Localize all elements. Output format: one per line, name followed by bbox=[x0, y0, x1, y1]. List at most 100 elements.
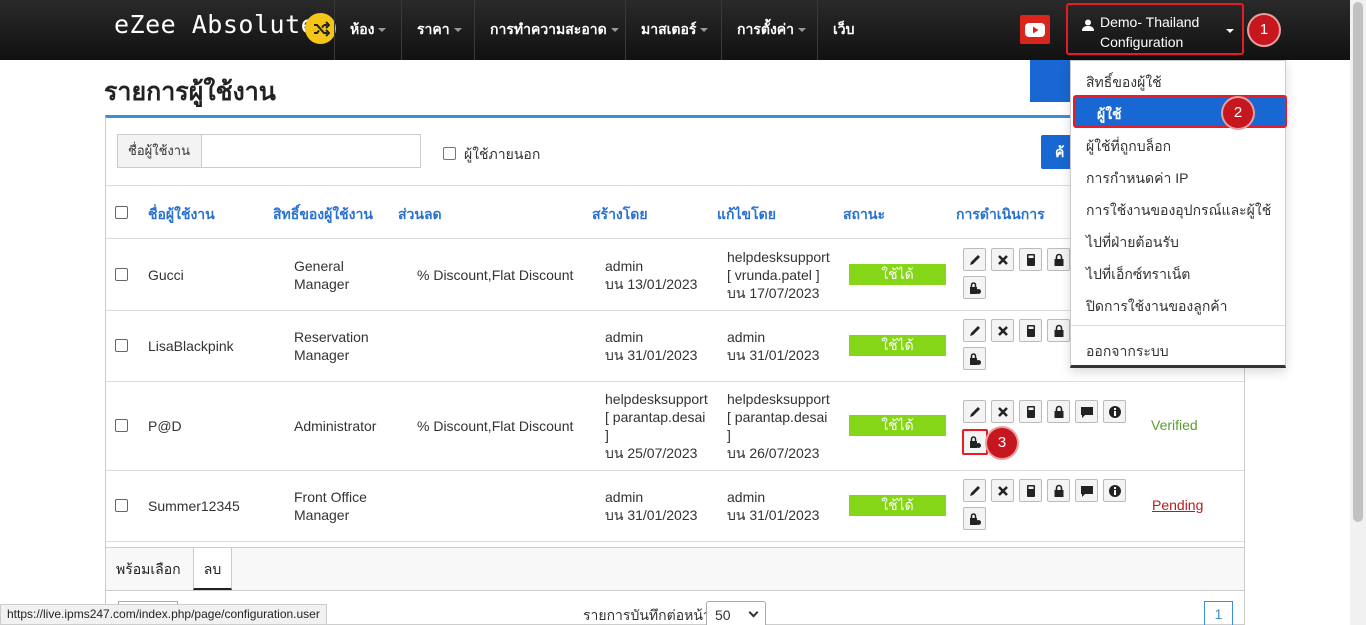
menu-logout[interactable]: ออกจากระบบ bbox=[1086, 341, 1169, 363]
menu-device-usage[interactable]: การใช้งานของอุปกรณ์และผู้ใช้ bbox=[1086, 200, 1271, 222]
menu-go-front-desk[interactable]: ไปที่ฝ่ายต้อนรับ bbox=[1086, 232, 1179, 254]
row-created-by: admin บน 31/01/2023 bbox=[605, 489, 698, 523]
unlock-user-icon[interactable] bbox=[962, 429, 988, 455]
menu-disable-customer[interactable]: ปิดการใช้งานของลูกค้า bbox=[1086, 296, 1228, 318]
row-username: Summer12345 bbox=[148, 498, 240, 514]
chevron-down-icon bbox=[700, 28, 709, 33]
scrollbar-thumb[interactable] bbox=[1353, 2, 1363, 522]
tab-ready[interactable]: พร้อมเลือก bbox=[116, 548, 181, 590]
external-user-checkbox[interactable] bbox=[443, 147, 456, 160]
lock-icon[interactable] bbox=[1047, 479, 1070, 502]
nav-rooms[interactable]: ห้อง bbox=[334, 0, 401, 60]
shuffle-icon[interactable] bbox=[305, 13, 336, 44]
calculator-icon[interactable] bbox=[1019, 479, 1042, 502]
row-role: Front Office Manager bbox=[294, 489, 367, 523]
youtube-icon[interactable] bbox=[1020, 15, 1050, 44]
tab-delete[interactable]: ลบ bbox=[193, 548, 232, 590]
chevron-down-icon bbox=[610, 28, 619, 33]
row-checkbox[interactable] bbox=[115, 268, 128, 281]
comment-icon[interactable] bbox=[1075, 479, 1098, 502]
calculator-icon[interactable] bbox=[1019, 319, 1042, 342]
nav-settings[interactable]: การตั้งค่า bbox=[721, 0, 817, 60]
row-modified-by: admin บน 31/01/2023 bbox=[727, 329, 820, 363]
vertical-scrollbar[interactable] bbox=[1350, 0, 1366, 625]
row-username: Gucci bbox=[148, 267, 184, 283]
nav-rates[interactable]: ราคา bbox=[401, 0, 474, 60]
lock-icon[interactable] bbox=[1047, 400, 1070, 423]
step-badge-1: 1 bbox=[1249, 15, 1279, 45]
status-badge: ใช้ได้ bbox=[849, 335, 946, 356]
edit-icon[interactable] bbox=[963, 400, 986, 423]
col-discount[interactable]: ส่วนลด bbox=[398, 204, 442, 226]
nav-housekeeping[interactable]: การทำความสะอาด bbox=[474, 0, 625, 60]
username-filter-label: ชื่อผู้ใช้งาน bbox=[118, 135, 202, 167]
nav-masters[interactable]: มาสเตอร์ bbox=[625, 0, 721, 60]
delete-icon[interactable] bbox=[991, 479, 1014, 502]
nav-web[interactable]: เว็บ bbox=[817, 0, 867, 60]
col-status[interactable]: สถานะ bbox=[843, 204, 885, 226]
external-user-label: ผู้ใช้ภายนอก bbox=[464, 146, 541, 162]
verification-status: Verified bbox=[1151, 417, 1198, 433]
col-modified-by[interactable]: แก้ไขโดย bbox=[717, 204, 776, 226]
unlock-user-icon[interactable] bbox=[963, 276, 986, 299]
delete-icon[interactable] bbox=[991, 248, 1014, 271]
row-discount: % Discount,Flat Discount bbox=[417, 418, 574, 434]
status-badge: ใช้ได้ bbox=[849, 415, 946, 436]
menu-divider bbox=[1071, 325, 1285, 326]
chevron-down-icon bbox=[748, 607, 759, 618]
step-badge-3: 3 bbox=[987, 428, 1017, 458]
username-search-input[interactable] bbox=[203, 135, 420, 167]
user-menu-toggle[interactable]: Demo- Thailand Configuration bbox=[1066, 3, 1244, 55]
unlock-user-icon[interactable] bbox=[963, 347, 986, 370]
user-icon bbox=[1082, 19, 1094, 31]
page-title: รายการผู้ใช้งาน bbox=[104, 78, 276, 106]
row-created-by: admin บน 31/01/2023 bbox=[605, 329, 698, 363]
delete-icon[interactable] bbox=[991, 400, 1014, 423]
row-username: LisaBlackpink bbox=[148, 338, 234, 354]
records-per-page-select[interactable]: 50 bbox=[706, 601, 766, 625]
row-modified-by: helpdesksupport[ parantap.desai] บน 26/07… bbox=[727, 391, 830, 461]
chevron-down-icon bbox=[378, 28, 387, 33]
col-created-by[interactable]: สร้างโดย bbox=[592, 204, 648, 226]
chevron-down-icon bbox=[1226, 29, 1234, 33]
bulk-action-tabs: พร้อมเลือก ลบ bbox=[106, 547, 1244, 591]
row-checkbox[interactable] bbox=[115, 419, 128, 432]
menu-go-extranet[interactable]: ไปที่เอ็กซ์ทราเน็ต bbox=[1086, 264, 1190, 286]
delete-icon[interactable] bbox=[991, 319, 1014, 342]
lock-icon[interactable] bbox=[1047, 319, 1070, 342]
table-row: Summer12345 Front Office Manager admin บน … bbox=[106, 471, 1244, 542]
comment-icon[interactable] bbox=[1075, 400, 1098, 423]
username-filter: ชื่อผู้ใช้งาน bbox=[117, 134, 421, 168]
pagination-page-1[interactable]: 1 bbox=[1204, 601, 1233, 625]
row-modified-by: helpdesksupport[ vrunda.patel ] บน 17/07/… bbox=[727, 249, 830, 301]
calculator-icon[interactable] bbox=[1019, 248, 1042, 271]
col-actions: การดำเนินการ bbox=[956, 206, 1045, 222]
info-icon[interactable] bbox=[1103, 479, 1126, 502]
edit-icon[interactable] bbox=[963, 319, 986, 342]
select-all-checkbox[interactable] bbox=[115, 206, 128, 219]
records-per-page-label: รายการบันทึกต่อหน้า bbox=[583, 607, 711, 623]
row-created-by: admin บน 13/01/2023 bbox=[605, 258, 698, 292]
lock-icon[interactable] bbox=[1047, 248, 1070, 271]
table-row: P@D Administrator % Discount,Flat Discou… bbox=[106, 382, 1244, 471]
calculator-icon[interactable] bbox=[1019, 400, 1042, 423]
col-user-rights[interactable]: สิทธิ์ของผู้ใช้งาน bbox=[273, 204, 373, 226]
menu-users[interactable]: ผู้ใช้ bbox=[1073, 95, 1287, 128]
row-modified-by: admin บน 31/01/2023 bbox=[727, 489, 820, 523]
verification-pending-link[interactable]: Pending bbox=[1152, 497, 1203, 513]
menu-user-rights[interactable]: สิทธิ์ของผู้ใช้ bbox=[1086, 72, 1162, 94]
edit-icon[interactable] bbox=[963, 479, 986, 502]
brand-logo[interactable]: eZee Absolute bbox=[114, 10, 316, 39]
menu-ip-config[interactable]: การกำหนดค่า IP bbox=[1086, 168, 1188, 190]
add-user-button[interactable] bbox=[1030, 60, 1075, 102]
edit-icon[interactable] bbox=[963, 248, 986, 271]
menu-blocked-users[interactable]: ผู้ใช้ที่ถูกบล็อก bbox=[1086, 136, 1171, 158]
info-icon[interactable] bbox=[1103, 400, 1126, 423]
user-dropdown-menu: สิทธิ์ของผู้ใช้ ผู้ใช้ ผู้ใช้ที่ถูกบล็อก… bbox=[1070, 60, 1287, 368]
row-role: Administrator bbox=[294, 418, 377, 434]
row-checkbox[interactable] bbox=[115, 499, 128, 512]
status-badge: ใช้ได้ bbox=[849, 495, 946, 516]
row-checkbox[interactable] bbox=[115, 339, 128, 352]
col-username[interactable]: ชื่อผู้ใช้งาน bbox=[148, 204, 215, 226]
unlock-user-icon[interactable] bbox=[963, 507, 986, 530]
